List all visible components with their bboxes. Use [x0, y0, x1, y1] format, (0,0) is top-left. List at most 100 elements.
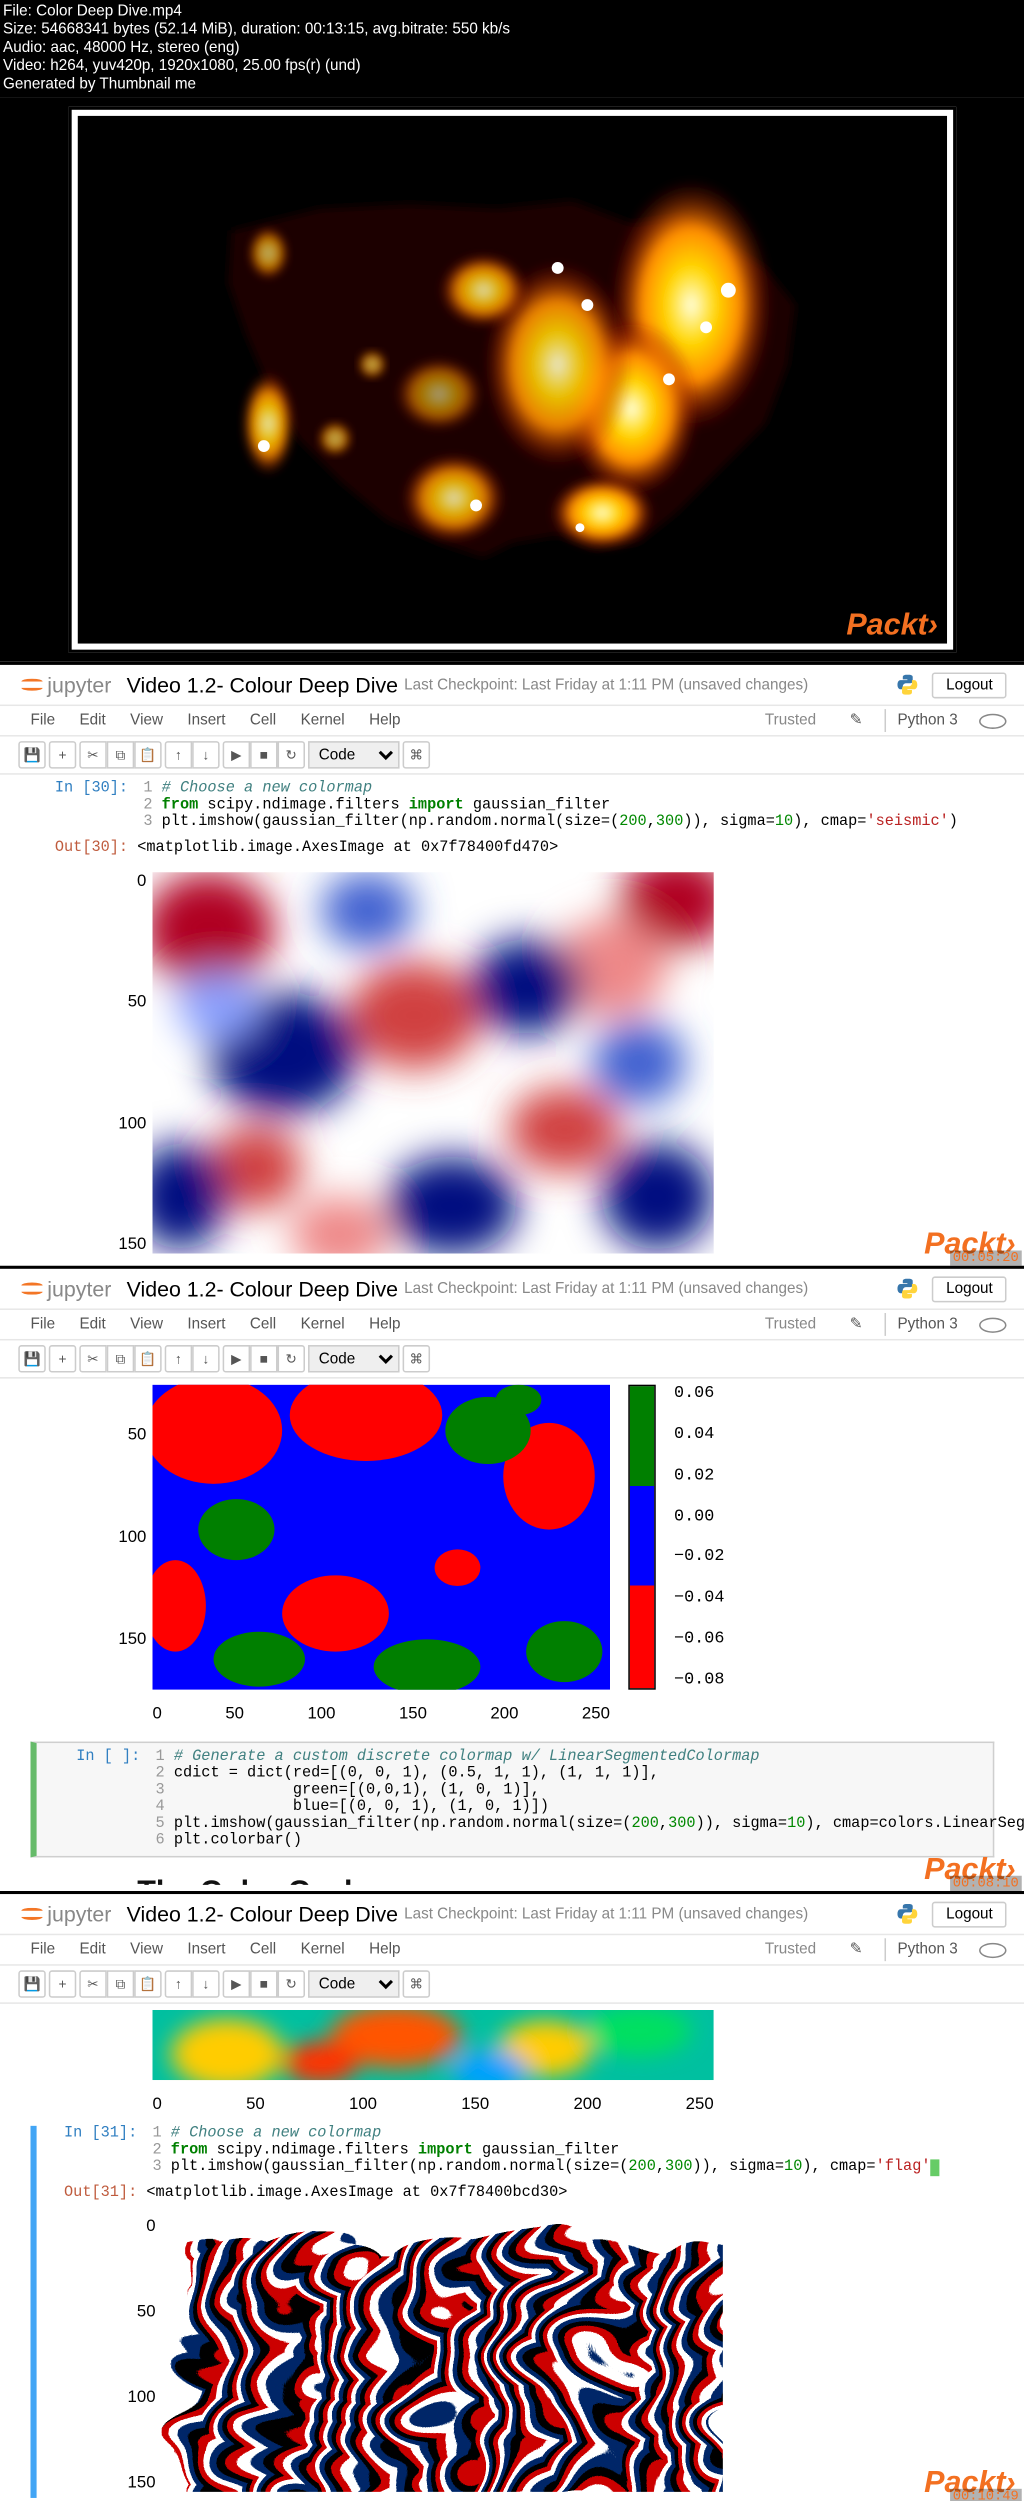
- jupyter-shot-2: jupyter Video 1.2- Colour Deep Dive Last…: [0, 662, 1024, 1266]
- run-button[interactable]: ▶: [223, 1345, 250, 1372]
- kernel-status-icon: [979, 1317, 1006, 1332]
- colorbar-labels: 0.060.040.020.00−0.02−0.04−0.06−0.08: [674, 1385, 724, 1690]
- stop-button[interactable]: ■: [250, 1970, 277, 1997]
- menu-cell[interactable]: Cell: [238, 1938, 289, 1961]
- celltype-select[interactable]: Code: [308, 1970, 400, 1997]
- python-icon: [896, 1902, 920, 1926]
- checkpoint-text: Last Checkpoint: Last Friday at 1:11 PM …: [404, 1905, 808, 1922]
- edit-icon[interactable]: ✎: [837, 1313, 874, 1336]
- stop-button[interactable]: ■: [250, 741, 277, 768]
- jupyter-logo[interactable]: jupyter: [18, 1900, 111, 1927]
- celltype-select[interactable]: Code: [308, 741, 400, 768]
- logout-button[interactable]: Logout: [932, 672, 1006, 698]
- checkpoint-text: Last Checkpoint: Last Friday at 1:11 PM …: [404, 676, 808, 693]
- paste-button[interactable]: 📋: [134, 741, 161, 768]
- menu-insert[interactable]: Insert: [175, 1313, 238, 1336]
- jupyter-logo[interactable]: jupyter: [18, 1275, 111, 1302]
- celltype-select[interactable]: Code: [308, 1345, 400, 1372]
- menu-help[interactable]: Help: [357, 1313, 413, 1336]
- toolbar: 💾 + ✂ ⧉ 📋 ↑ ↓ ▶ ■ ↻ Code ⌘: [0, 737, 1024, 775]
- python-icon: [896, 673, 920, 697]
- add-cell-button[interactable]: +: [49, 1970, 76, 1997]
- edit-icon[interactable]: ✎: [837, 1938, 874, 1961]
- menu-file[interactable]: File: [18, 709, 67, 732]
- save-button[interactable]: 💾: [18, 741, 45, 768]
- timestamp-4: 00:10:49: [950, 2489, 1022, 2501]
- menu-bar: File Edit View Insert Cell Kernel Help T…: [0, 706, 1024, 737]
- jupyter-logo[interactable]: jupyter: [18, 671, 111, 698]
- menu-file[interactable]: File: [18, 1938, 67, 1961]
- restart-button[interactable]: ↻: [278, 1970, 305, 1997]
- move-down-button[interactable]: ↓: [192, 741, 219, 768]
- menu-edit[interactable]: Edit: [67, 1313, 118, 1336]
- packt-logo: Packt›: [846, 608, 938, 643]
- python-icon: [896, 1276, 920, 1300]
- logout-button[interactable]: Logout: [932, 1276, 1006, 1302]
- run-button[interactable]: ▶: [223, 1970, 250, 1997]
- menu-kernel[interactable]: Kernel: [288, 709, 356, 732]
- move-down-button[interactable]: ↓: [192, 1345, 219, 1372]
- stop-button[interactable]: ■: [250, 1345, 277, 1372]
- menu-kernel[interactable]: Kernel: [288, 1313, 356, 1336]
- menu-help[interactable]: Help: [357, 1938, 413, 1961]
- menu-edit[interactable]: Edit: [67, 1938, 118, 1961]
- move-up-button[interactable]: ↑: [165, 1345, 192, 1372]
- save-button[interactable]: 💾: [18, 1345, 45, 1372]
- menu-file[interactable]: File: [18, 1313, 67, 1336]
- copy-button[interactable]: ⧉: [107, 741, 134, 768]
- trusted-label[interactable]: Trusted: [753, 709, 829, 732]
- notebook-title[interactable]: Video 1.2- Colour Deep Dive: [127, 673, 398, 697]
- menu-view[interactable]: View: [118, 709, 175, 732]
- notebook-title[interactable]: Video 1.2- Colour Deep Dive: [127, 1902, 398, 1926]
- audio-line: Audio: aac, 48000 Hz, stereo (eng): [0, 40, 1024, 58]
- move-up-button[interactable]: ↑: [165, 1970, 192, 1997]
- flag-plot: [162, 2217, 723, 2492]
- command-palette-button[interactable]: ⌘: [403, 1970, 430, 1997]
- add-cell-button[interactable]: +: [49, 1345, 76, 1372]
- move-up-button[interactable]: ↑: [165, 741, 192, 768]
- in-prompt: In [30]:: [31, 781, 138, 831]
- cut-button[interactable]: ✂: [79, 1345, 106, 1372]
- copy-button[interactable]: ⧉: [107, 1345, 134, 1372]
- menu-view[interactable]: View: [118, 1938, 175, 1961]
- paste-button[interactable]: 📋: [134, 1970, 161, 1997]
- code-cell[interactable]: 1# Generate a custom discrete colormap w…: [149, 1749, 1024, 1850]
- in-prompt: In [31]:: [40, 2126, 147, 2176]
- menu-kernel[interactable]: Kernel: [288, 1938, 356, 1961]
- cut-button[interactable]: ✂: [79, 741, 106, 768]
- run-button[interactable]: ▶: [223, 741, 250, 768]
- mediainfo-block: File: Color Deep Dive.mp4 Size: 54668341…: [0, 0, 1024, 98]
- menu-edit[interactable]: Edit: [67, 709, 118, 732]
- save-button[interactable]: 💾: [18, 1970, 45, 1997]
- logout-button[interactable]: Logout: [932, 1901, 1006, 1927]
- restart-button[interactable]: ↻: [278, 1345, 305, 1372]
- file-line: File: Color Deep Dive.mp4: [0, 3, 1024, 21]
- menu-cell[interactable]: Cell: [238, 709, 289, 732]
- menu-view[interactable]: View: [118, 1313, 175, 1336]
- add-cell-button[interactable]: +: [49, 741, 76, 768]
- cut-button[interactable]: ✂: [79, 1970, 106, 1997]
- menu-insert[interactable]: Insert: [175, 709, 238, 732]
- menu-help[interactable]: Help: [357, 709, 413, 732]
- timestamp-2: 00:05:20: [950, 1251, 1022, 1266]
- copy-button[interactable]: ⧉: [107, 1970, 134, 1997]
- paste-button[interactable]: 📋: [134, 1345, 161, 1372]
- code-cell[interactable]: 1# Choose a new colormap 2from scipy.ndi…: [137, 781, 994, 831]
- menu-insert[interactable]: Insert: [175, 1938, 238, 1961]
- move-down-button[interactable]: ↓: [192, 1970, 219, 1997]
- out-text: <matplotlib.image.AxesImage at 0x7f78400…: [137, 840, 994, 857]
- edit-icon[interactable]: ✎: [837, 709, 874, 732]
- section-heading: The Color Cycle: [31, 1864, 995, 1885]
- restart-button[interactable]: ↻: [278, 741, 305, 768]
- command-palette-button[interactable]: ⌘: [403, 741, 430, 768]
- menu-cell[interactable]: Cell: [238, 1313, 289, 1336]
- colorbar: [628, 1385, 655, 1690]
- video-line: Video: h264, yuv420p, 1920x1080, 25.00 f…: [0, 58, 1024, 76]
- jupyter-shot-4: jupyter Video 1.2- Colour Deep Dive Last…: [0, 1891, 1024, 2501]
- kernel-name[interactable]: Python 3: [884, 709, 970, 732]
- command-palette-button[interactable]: ⌘: [403, 1345, 430, 1372]
- notebook-title[interactable]: Video 1.2- Colour Deep Dive: [127, 1276, 398, 1300]
- kernel-status-icon: [979, 713, 1006, 728]
- code-cell[interactable]: 1# Choose a new colormap 2from scipy.ndi…: [146, 2126, 994, 2176]
- in-prompt: In [ ]:: [43, 1749, 150, 1850]
